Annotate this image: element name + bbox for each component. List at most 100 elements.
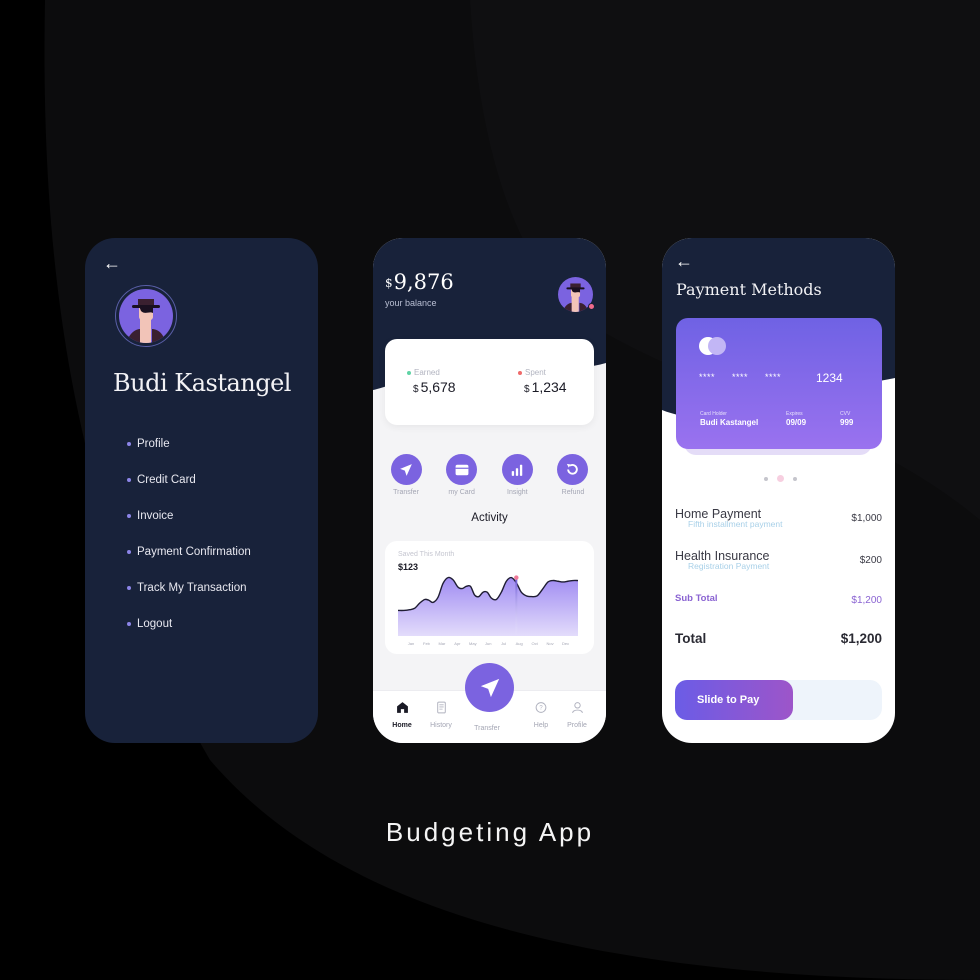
action-refund[interactable]: Refund: [550, 454, 596, 496]
pager-dot[interactable]: [793, 476, 797, 481]
nav-label: Profile: [567, 722, 587, 729]
credit-card[interactable]: **** **** **** 1234 Card Holder Budi Kas…: [676, 318, 882, 449]
menu-item-label: Payment Confirmation: [137, 546, 251, 558]
x-tick-label: Jan: [408, 641, 414, 646]
home-icon: [396, 702, 408, 713]
x-tick-label: Aug: [516, 641, 523, 646]
menu-list: Profile Credit Card Invoice Payment Conf…: [127, 426, 251, 642]
bar-chart-icon: [512, 464, 523, 476]
action-insight[interactable]: Insight: [494, 454, 540, 496]
menu-screen: ← Budi Kastangel Profile Credit Card Inv…: [85, 238, 318, 743]
menu-item-track-transaction[interactable]: Track My Transaction: [127, 570, 251, 606]
menu-item-invoice[interactable]: Invoice: [127, 498, 251, 534]
menu-item-payment-confirmation[interactable]: Payment Confirmation: [127, 534, 251, 570]
card-expiry-value: 09/09: [786, 418, 807, 427]
bullet-icon: [127, 442, 131, 446]
currency-symbol: $: [524, 384, 530, 395]
chart-area: [398, 577, 578, 636]
card-cvv-label: CVV: [840, 411, 851, 417]
line-item: Health Insurance Registration Payment $2…: [675, 549, 882, 571]
card-cvv-value: 999: [840, 418, 854, 427]
action-label: Refund: [561, 489, 585, 496]
x-tick-label: Jun: [485, 641, 491, 646]
nav-home[interactable]: Home: [382, 701, 422, 729]
send-icon: [400, 463, 412, 476]
x-tick-label: Oct: [532, 641, 539, 646]
avatar[interactable]: [115, 285, 177, 347]
total-amount: $1,200: [840, 631, 882, 646]
slide-to-pay-label: Slide to Pay: [697, 694, 760, 706]
avatar[interactable]: [558, 277, 595, 312]
action-label: Insight: [507, 489, 528, 496]
nav-transfer[interactable]: Transfer: [467, 722, 507, 732]
earned-dot-icon: [407, 370, 411, 375]
activity-title: Activity: [471, 512, 508, 524]
nav-help[interactable]: ? Help: [521, 701, 561, 729]
page-caption: Budgeting App: [385, 817, 595, 847]
earned-value: 5,678: [420, 379, 456, 395]
card-holder-field: Card Holder Budi Kastangel: [700, 411, 758, 427]
menu-item-logout[interactable]: Logout: [127, 606, 251, 642]
action-my-card[interactable]: my Card: [439, 454, 485, 496]
send-icon: [480, 678, 499, 697]
back-arrow-icon[interactable]: ←: [675, 252, 693, 270]
action-label: Transfer: [393, 489, 419, 496]
payment-screen: ← Payment Methods **** **** **** 1234 Ca…: [662, 238, 895, 743]
page-title: Payment Methods: [676, 280, 822, 299]
action-transfer[interactable]: Transfer: [383, 454, 429, 496]
card-number-group: ****: [732, 372, 749, 382]
x-tick-label: Jul: [501, 641, 506, 646]
card-number-group: ****: [765, 372, 782, 382]
card-expiry-field: Expires 09/09: [786, 411, 806, 427]
balance-value: 9,876: [393, 270, 454, 294]
menu-item-label: Track My Transaction: [137, 582, 247, 594]
card-cvv-field: CVV 999: [840, 411, 853, 427]
slide-to-pay-track[interactable]: Slide to Pay: [675, 680, 882, 720]
bullet-icon: [127, 478, 131, 482]
total-label: Total: [675, 631, 707, 646]
nav-history[interactable]: History: [421, 701, 461, 729]
menu-item-label: Profile: [137, 438, 170, 450]
nav-label: Help: [533, 722, 549, 729]
quick-actions: Transfer my Card Insight Refund: [383, 454, 596, 496]
x-tick-label: Dec: [562, 641, 569, 646]
currency-symbol: $: [385, 276, 393, 290]
notification-badge: [588, 303, 595, 310]
home-screen: $9,876 your balance Earned $5,678 Spent …: [373, 238, 606, 743]
menu-item-credit-card[interactable]: Credit Card: [127, 462, 251, 498]
bullet-icon: [127, 514, 131, 518]
pager-dot-active[interactable]: [777, 475, 784, 482]
earned-label: Earned: [414, 368, 440, 377]
x-tick-label: Mar: [438, 641, 446, 646]
nav-label: History: [430, 722, 452, 729]
card-icon: [455, 464, 469, 475]
x-tick-label: May: [469, 641, 477, 646]
back-arrow-icon[interactable]: ←: [103, 254, 121, 272]
menu-item-profile[interactable]: Profile: [127, 426, 251, 462]
spent-label: Spent: [525, 368, 546, 377]
history-icon: [436, 701, 446, 714]
svg-text:?: ?: [539, 706, 543, 712]
chart-highlight-point[interactable]: [514, 575, 519, 580]
card-holder-label: Card Holder: [700, 411, 727, 417]
chart-highlight-line: [515, 577, 518, 636]
card-expiry-label: Expires: [786, 411, 803, 417]
profile-icon: [571, 702, 583, 714]
slide-to-pay-handle[interactable]: Slide to Pay: [675, 680, 793, 720]
help-icon: ?: [535, 702, 547, 713]
spent-stat: Spent $1,234: [518, 368, 567, 395]
transfer-fab-button[interactable]: [465, 663, 514, 712]
card-last4: 1234: [816, 371, 843, 385]
line-item-amount: $1,000: [851, 513, 882, 524]
nav-label: Home: [392, 722, 412, 729]
nav-profile[interactable]: Profile: [557, 701, 597, 729]
currency-symbol: $: [413, 384, 419, 395]
stats-card: Earned $5,678 Spent $1,234: [385, 339, 594, 425]
line-item: Home Payment Fifth installment payment $…: [675, 507, 882, 529]
card-holder-value: Budi Kastangel: [700, 418, 759, 427]
pager-dot[interactable]: [764, 476, 768, 481]
card-pager: [764, 475, 797, 482]
refund-icon: [567, 463, 579, 475]
action-label: my Card: [448, 489, 475, 496]
earned-stat: Earned $5,678: [407, 368, 456, 395]
